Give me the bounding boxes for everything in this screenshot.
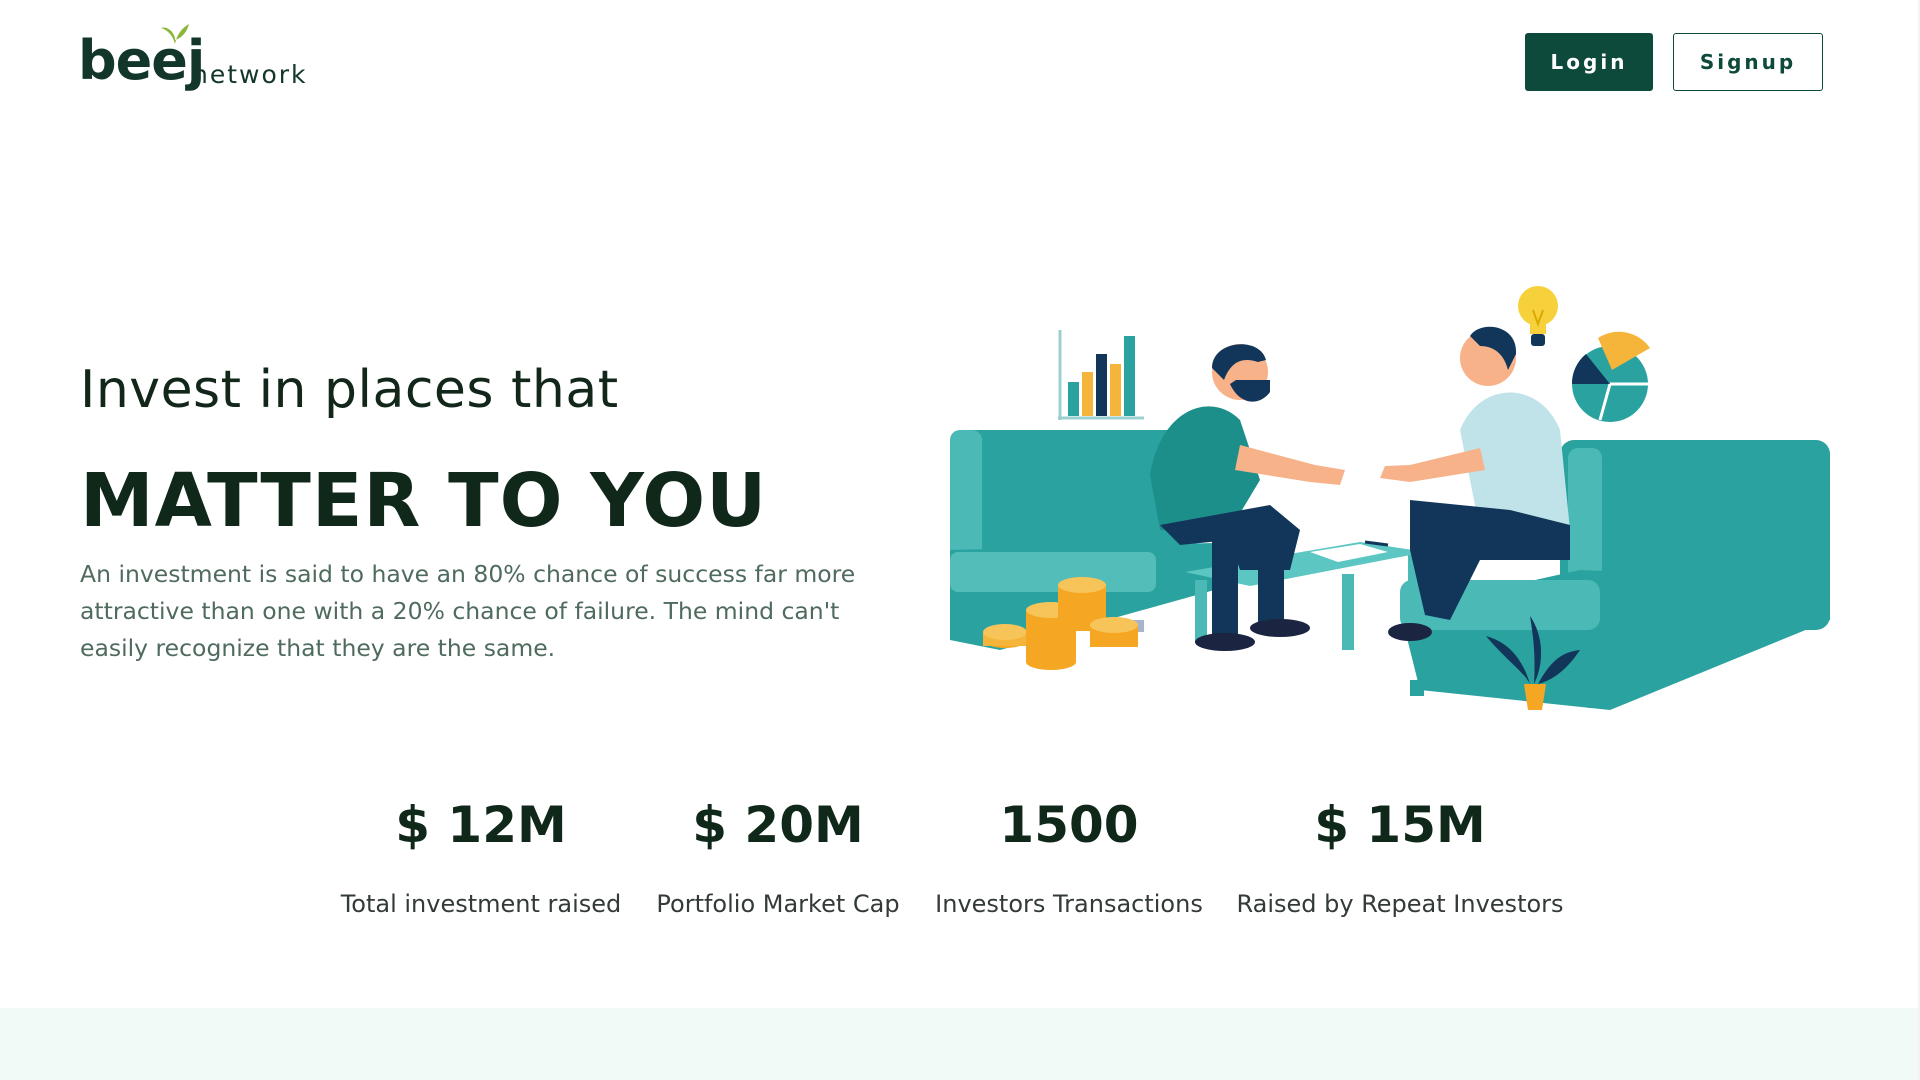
stat-value: 1500	[999, 796, 1139, 854]
bar-chart-icon	[1058, 330, 1144, 420]
hero-headline: MATTER TO YOU	[80, 458, 768, 544]
stat-portfolio-market-cap: $ 20M Portfolio Market Cap	[640, 800, 916, 918]
lightbulb-icon	[1518, 286, 1558, 346]
stat-label: Total investment raised	[340, 890, 622, 918]
stat-total-investment: $ 12M Total investment raised	[322, 800, 640, 918]
logo-wordmark: beej	[78, 29, 205, 92]
logo-subtitle: network	[192, 60, 308, 89]
stat-repeat-investors: $ 15M Raised by Repeat Investors	[1222, 800, 1578, 918]
stat-label: Raised by Repeat Investors	[1236, 890, 1564, 918]
stats-section: $ 12M Total investment raised $ 20M Port…	[0, 800, 1920, 960]
hero-kicker: Invest in places that	[80, 360, 619, 420]
next-section-band	[0, 1008, 1920, 1080]
stat-label: Portfolio Market Cap	[656, 890, 900, 918]
signup-button[interactable]: Signup	[1673, 33, 1823, 91]
handshake-illustration	[950, 286, 1830, 710]
left-person	[1150, 344, 1345, 651]
stat-value: $ 15M	[1314, 796, 1486, 854]
hero-description: An investment is said to have an 80% cha…	[80, 560, 856, 662]
stat-value: $ 20M	[692, 796, 864, 854]
stat-investor-transactions: 1500 Investors Transactions	[916, 800, 1222, 918]
stat-value: $ 12M	[395, 796, 567, 854]
beej-logo[interactable]: beej network	[78, 22, 318, 102]
pie-chart-icon	[1571, 331, 1650, 422]
login-button[interactable]: Login	[1525, 33, 1653, 91]
site-header: beej network Login Signup	[0, 0, 1920, 130]
stat-label: Investors Transactions	[935, 890, 1203, 918]
